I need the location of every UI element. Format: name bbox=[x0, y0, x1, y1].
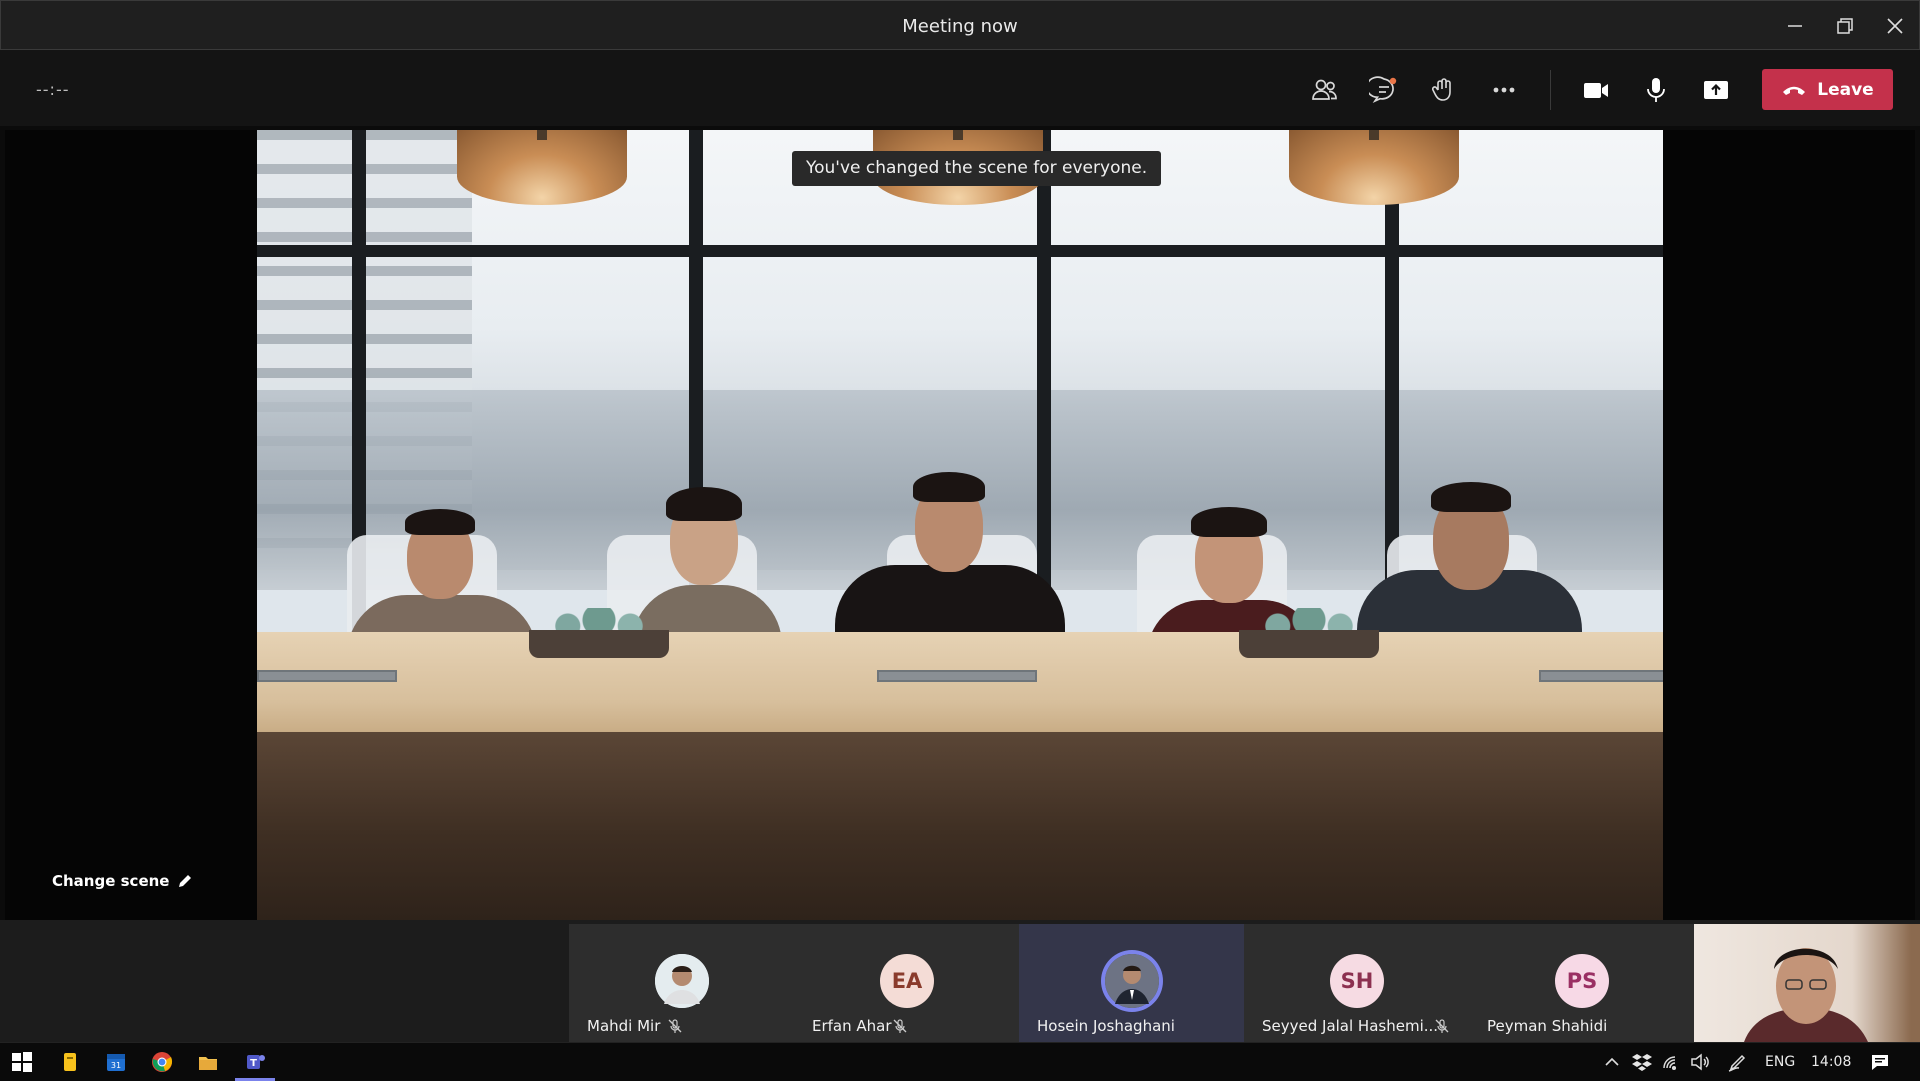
participant-name: Hosein Joshaghani bbox=[1037, 1017, 1175, 1035]
pencil-icon bbox=[179, 875, 192, 887]
ceiling-lamp bbox=[457, 130, 627, 205]
participant-name: Mahdi Mir bbox=[587, 1017, 661, 1035]
self-camera-feed bbox=[1744, 948, 1868, 1042]
mic-off-icon bbox=[893, 1019, 907, 1033]
show-hidden-icons-chevron-icon[interactable] bbox=[1600, 1050, 1624, 1074]
change-scene-button[interactable]: Change scene bbox=[52, 872, 193, 890]
calendar-app-icon[interactable]: 31 bbox=[104, 1050, 128, 1074]
chat-icon[interactable] bbox=[1364, 70, 1404, 110]
scene-change-toast: You've changed the scene for everyone. bbox=[792, 151, 1162, 186]
svg-text:31: 31 bbox=[111, 1061, 121, 1070]
microphone-icon[interactable] bbox=[1636, 70, 1676, 110]
participant-name: Seyyed Jalal Hashemi... bbox=[1262, 1017, 1439, 1035]
share-screen-icon[interactable] bbox=[1696, 70, 1736, 110]
close-icon[interactable] bbox=[1882, 13, 1908, 39]
participant-tile-speaking[interactable]: Hosein Joshaghani bbox=[1019, 924, 1244, 1042]
notes-app-icon[interactable] bbox=[58, 1050, 82, 1074]
together-mode-scene bbox=[257, 130, 1663, 920]
volume-icon[interactable] bbox=[1688, 1050, 1712, 1074]
window-titlebar: Meeting now bbox=[0, 0, 1920, 50]
table-plant bbox=[1239, 608, 1379, 658]
participant-tile[interactable]: EA Erfan Ahar bbox=[794, 924, 1019, 1042]
conference-table bbox=[257, 632, 1663, 732]
ceiling-lamp bbox=[1289, 130, 1459, 205]
system-clock[interactable]: 14:08 bbox=[1811, 1054, 1851, 1070]
pen-ink-icon[interactable] bbox=[1726, 1050, 1750, 1074]
profile-photo-icon bbox=[655, 954, 709, 1008]
hang-up-icon bbox=[1783, 86, 1806, 95]
table-plant bbox=[529, 608, 669, 658]
camera-icon[interactable] bbox=[1576, 70, 1616, 110]
windows-start-icon[interactable] bbox=[10, 1050, 34, 1074]
window-title: Meeting now bbox=[902, 16, 1018, 37]
meeting-toolbar: --:-- Leave bbox=[0, 50, 1920, 126]
participant-name: Peyman Shahidi bbox=[1487, 1017, 1608, 1035]
mic-off-icon bbox=[1435, 1019, 1449, 1033]
dropbox-icon[interactable] bbox=[1630, 1050, 1654, 1074]
change-scene-label: Change scene bbox=[52, 872, 170, 890]
meeting-timer: --:-- bbox=[36, 80, 70, 99]
self-video-preview[interactable] bbox=[1694, 924, 1920, 1042]
windows-taskbar: 31 T ENG 14:08 bbox=[0, 1042, 1920, 1081]
language-indicator[interactable]: ENG bbox=[1765, 1054, 1795, 1070]
profile-photo-icon bbox=[1105, 954, 1159, 1008]
avatar: PS bbox=[1555, 954, 1609, 1008]
chrome-icon[interactable] bbox=[150, 1050, 174, 1074]
leave-label: Leave bbox=[1817, 79, 1874, 100]
file-explorer-icon[interactable] bbox=[196, 1050, 220, 1074]
avatar bbox=[655, 954, 709, 1008]
participant-tile[interactable]: PS Peyman Shahidi bbox=[1469, 924, 1694, 1042]
more-options-icon[interactable] bbox=[1484, 70, 1524, 110]
mic-off-icon bbox=[668, 1019, 682, 1033]
participants-icon[interactable] bbox=[1304, 70, 1344, 110]
avatar: SH bbox=[1330, 954, 1384, 1008]
avatar: EA bbox=[880, 954, 934, 1008]
avatar bbox=[1105, 954, 1159, 1008]
wifi-icon[interactable] bbox=[1660, 1050, 1684, 1074]
leave-button[interactable]: Leave bbox=[1762, 69, 1893, 110]
participant-name: Erfan Ahar bbox=[812, 1017, 892, 1035]
participant-tile[interactable]: Mahdi Mir bbox=[569, 924, 794, 1042]
raise-hand-icon[interactable] bbox=[1424, 70, 1464, 110]
teams-icon[interactable]: T bbox=[235, 1050, 275, 1081]
notifications-icon[interactable] bbox=[1868, 1050, 1892, 1074]
participant-tile[interactable]: SH Seyyed Jalal Hashemi... bbox=[1244, 924, 1469, 1042]
restore-icon[interactable] bbox=[1832, 13, 1858, 39]
toolbar-divider bbox=[1550, 70, 1551, 110]
svg-text:T: T bbox=[250, 1058, 257, 1069]
minimize-icon[interactable] bbox=[1782, 13, 1808, 39]
